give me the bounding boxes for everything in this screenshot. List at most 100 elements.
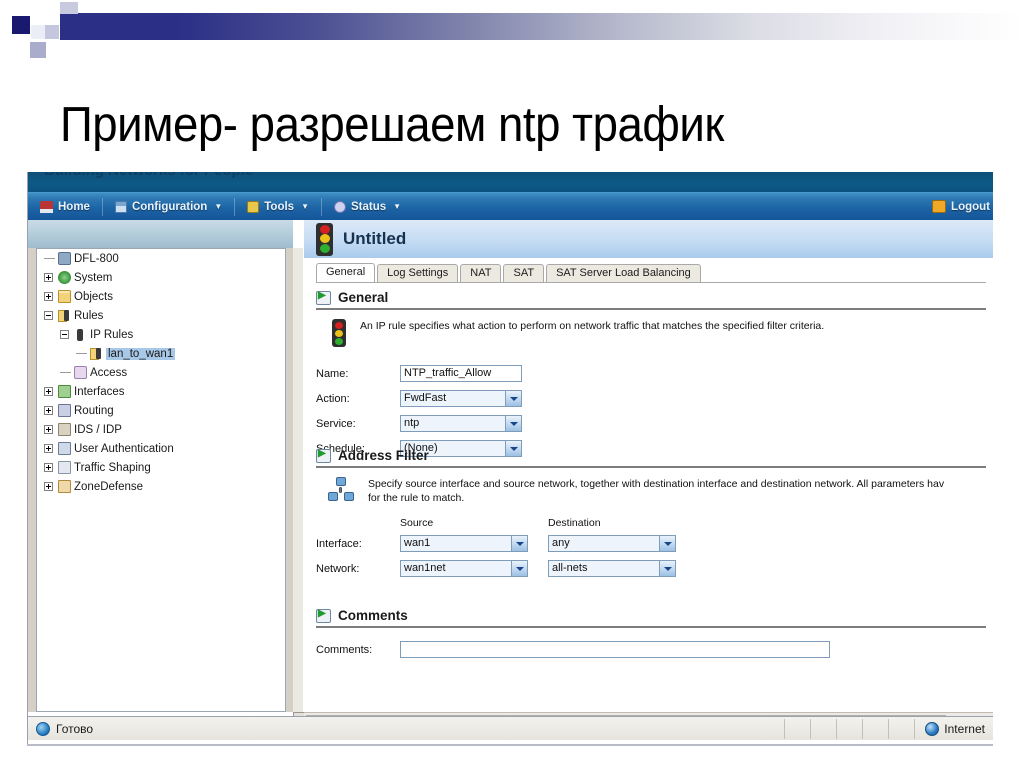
expand-icon[interactable]	[44, 387, 53, 396]
tab-general[interactable]: General	[316, 263, 376, 282]
security-zone-label: Internet	[944, 721, 985, 736]
destination-network-select[interactable]: all-nets	[548, 560, 676, 577]
address-filter-grid: Source Destination Interface: wan1 any Netw…	[316, 517, 986, 581]
access-icon	[74, 366, 87, 379]
tab-log-settings[interactable]: Log Settings	[377, 264, 459, 282]
address-filter-row: Interface: wan1 any	[316, 531, 986, 556]
tree-item-label: Objects	[74, 290, 113, 303]
chevron-down-icon[interactable]	[659, 536, 675, 551]
tree-item-access[interactable]: Access	[37, 363, 285, 382]
field-label: Name:	[316, 367, 349, 380]
form-row: Name: NTP_traffic_Allow	[316, 361, 986, 386]
service-select[interactable]: ntp	[400, 415, 522, 432]
browser-status-bar: Готово Internet	[27, 716, 993, 740]
name-input[interactable]: NTP_traffic_Allow	[400, 365, 522, 382]
form-row: Service: ntp	[316, 411, 986, 436]
general-form-fields: Name: NTP_traffic_Allow Action: FwdFast Serv…	[316, 361, 986, 461]
tree-item-rules[interactable]: Rules	[37, 306, 285, 325]
expand-icon[interactable]	[44, 292, 53, 301]
expand-icon[interactable]	[44, 482, 53, 491]
chevron-down-icon[interactable]	[511, 536, 527, 551]
rules-icon	[90, 347, 103, 360]
system-icon	[58, 271, 71, 284]
collapse-icon[interactable]	[60, 330, 69, 339]
decorative-gradient-bar	[60, 13, 1024, 40]
expand-icon[interactable]	[44, 463, 53, 472]
general-description: An IP rule specifies what action to perf…	[316, 319, 986, 347]
tree-item-user-authentication[interactable]: User Authentication	[37, 439, 285, 458]
tree-item-ids-idp[interactable]: IDS / IDP	[37, 420, 285, 439]
tree-item-system[interactable]: System	[37, 268, 285, 287]
decorative-square	[45, 25, 59, 39]
comments-input[interactable]	[400, 641, 830, 658]
tree-item-label: IDS / IDP	[74, 423, 122, 436]
status-panel	[836, 718, 862, 739]
main-toolbar: Home Configuration ▼ Tools ▼ Status ▼ Lo…	[28, 192, 993, 220]
tree-item-ip-rules[interactable]: IP Rules	[37, 325, 285, 344]
tree-item-label: DFL-800	[74, 252, 119, 265]
address-filter-description-line2: for the rule to match.	[368, 492, 465, 504]
tab-sat-server-load-balancing[interactable]: SAT Server Load Balancing	[546, 264, 701, 282]
chevron-down-icon[interactable]	[511, 561, 527, 576]
traffic-light-icon	[332, 319, 346, 347]
comments-row: Comments:	[316, 637, 986, 662]
home-icon	[40, 200, 53, 213]
disk-icon	[114, 200, 127, 213]
expand-icon[interactable]	[44, 406, 53, 415]
tree-item-zonedefense[interactable]: ZoneDefense	[37, 477, 285, 496]
tree-connector	[60, 372, 71, 373]
tree-item-label: Interfaces	[74, 385, 125, 398]
toolbar-item-configuration[interactable]: Configuration ▼	[103, 193, 234, 221]
toolbar-item-home[interactable]: Home	[28, 193, 102, 221]
toolbar-item-label: Status	[350, 200, 387, 213]
navigation-tree[interactable]: DFL-800 System Objects Rules IP Rules lan_to_…	[36, 248, 286, 712]
tree-item-objects[interactable]: Objects	[37, 287, 285, 306]
address-filter-rows: Interface: wan1 any Network: wan1net all-nets	[316, 531, 986, 581]
chevron-down-icon: ▼	[214, 202, 223, 211]
collapse-icon[interactable]	[44, 311, 53, 320]
slide-decoration-header	[0, 0, 1024, 72]
decorative-square	[60, 2, 78, 14]
tree-item-label: Access	[90, 366, 128, 379]
expand-icon[interactable]	[44, 444, 53, 453]
expand-icon[interactable]	[44, 273, 53, 282]
tab-strip[interactable]: General Log Settings NAT SAT SAT Server Load…	[316, 263, 986, 283]
status-icon	[333, 200, 346, 213]
select-value: ntp	[401, 416, 505, 431]
tree-item-traffic-shaping[interactable]: Traffic Shaping	[37, 458, 285, 477]
decorative-square	[31, 25, 45, 39]
tab-sat[interactable]: SAT	[503, 264, 545, 282]
field-label: Interface:	[316, 537, 362, 550]
source-network-select[interactable]: wan1net	[400, 560, 528, 577]
toolbar-item-tools[interactable]: Tools ▼	[235, 193, 321, 221]
chevron-down-icon[interactable]	[659, 561, 675, 576]
rules-icon	[58, 309, 71, 322]
security-zone-indicator[interactable]: Internet	[914, 718, 993, 739]
pane-splitter[interactable]	[293, 248, 303, 730]
toolbar-item-logout[interactable]: Logout	[920, 193, 993, 221]
expand-icon[interactable]	[44, 425, 53, 434]
tree-item-lan-to-wan1[interactable]: lan_to_wan1	[37, 344, 285, 363]
action-select[interactable]: FwdFast	[400, 390, 522, 407]
content-area: DFL-800 System Objects Rules IP Rules lan_to_…	[28, 220, 993, 745]
tree-pane-header	[28, 220, 293, 248]
tree-item-routing[interactable]: Routing	[37, 401, 285, 420]
general-section-header: General	[316, 290, 986, 310]
tab-nat[interactable]: NAT	[460, 264, 502, 282]
address-filter-section: Address Filter Specify source interface …	[316, 448, 986, 581]
arrow-page-icon	[316, 448, 331, 463]
toolbar-item-status[interactable]: Status ▼	[322, 193, 413, 221]
select-value: any	[549, 536, 659, 551]
light-icon	[74, 328, 87, 341]
chevron-down-icon[interactable]	[505, 416, 521, 431]
destination-interface-select[interactable]: any	[548, 535, 676, 552]
chevron-down-icon[interactable]	[505, 391, 521, 406]
toolbar-item-label: Logout	[951, 200, 990, 213]
tree-item-label: IP Rules	[90, 328, 134, 341]
traffic-light-icon	[316, 222, 333, 256]
source-interface-select[interactable]: wan1	[400, 535, 528, 552]
form-row: Action: FwdFast	[316, 386, 986, 411]
tree-item-dfl-800[interactable]: DFL-800	[37, 249, 285, 268]
tree-item-interfaces[interactable]: Interfaces	[37, 382, 285, 401]
arrow-page-icon	[316, 290, 331, 305]
